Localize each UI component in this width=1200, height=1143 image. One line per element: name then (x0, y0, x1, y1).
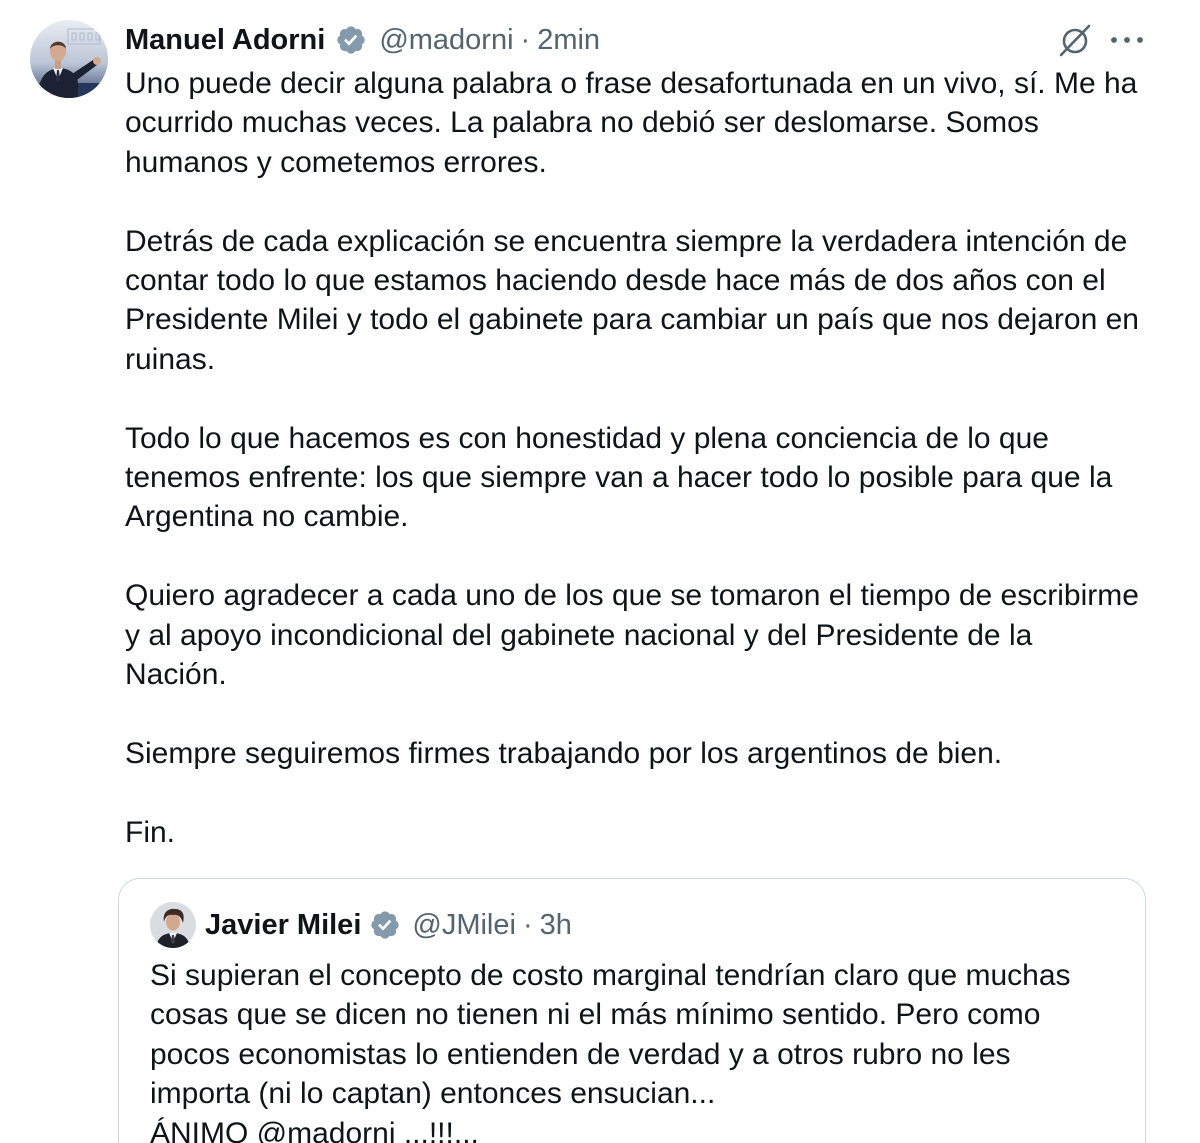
more-icon-dot (1137, 37, 1143, 43)
verified-badge-shape (337, 26, 365, 54)
avatar-head (166, 913, 180, 931)
post-text-line: Argentina no cambie. (125, 500, 409, 534)
post-text-line: ruinas. (125, 342, 216, 376)
post-text: Uno puede decir alguna palabra o frase d… (125, 64, 1175, 852)
post-text-line: humanos y cometemos errores. (125, 145, 547, 179)
quoted-text-line: Si supieran el concepto de costo margina… (150, 959, 1071, 992)
quoted-text-line: pocos economistas lo entienden de verdad… (150, 1037, 1011, 1071)
post-text-line: Siempre seguiremos firmes trabajando por… (125, 736, 1003, 770)
quoted-post-header: Javier Milei @JMilei · 3h (205, 905, 572, 945)
author-handle[interactable]: @madorni (379, 24, 513, 57)
verified-badge-icon[interactable] (335, 24, 367, 56)
author-name[interactable]: Manuel Adorni (125, 24, 325, 57)
more-button[interactable] (1106, 19, 1148, 61)
post-paragraph: Todo lo que hacemos es con honestidad y … (125, 419, 1175, 537)
grok-icon (1059, 24, 1091, 57)
post-text-line: Quiero agradecer a cada uno de los que s… (125, 579, 1139, 613)
quoted-author-avatar-photo (150, 902, 196, 948)
author-avatar[interactable] (30, 20, 108, 98)
author-avatar-photo (30, 20, 108, 98)
post-text-line: Nación. (125, 658, 227, 692)
quoted-post-text: Si supieran el concepto de costo margina… (150, 956, 1130, 1143)
post-paragraph: Siempre seguiremos firmes trabajando por… (125, 734, 1175, 773)
quoted-text-line: cosas que se dicen no tienen ni el más m… (150, 998, 1041, 1032)
post-paragraph: Fin. (125, 813, 1175, 852)
verified-badge-icon (369, 909, 401, 941)
quoted-post-timestamp: 3h (539, 908, 572, 941)
quoted-text-line: importa (ni lo captan) entonces ensucian… (150, 1077, 716, 1111)
post-text-line: Fin. (125, 815, 176, 849)
more-icon-dot (1124, 37, 1130, 43)
post-paragraph: Quiero agradecer a cada uno de los que s… (125, 576, 1175, 694)
verified-badge-shape (371, 911, 400, 939)
verified-badge-svg (371, 911, 400, 939)
post-text-line: contar todo lo que estamos haciendo desd… (125, 264, 1106, 298)
separator-dot: · (520, 23, 531, 56)
quoted-author-handle: @JMilei (412, 908, 516, 941)
grok-button[interactable] (1054, 19, 1096, 61)
post-text-line: Uno puede decir alguna palabra o frase d… (125, 67, 1138, 100)
post-text-line: Todo lo que hacemos es con honestidad y … (125, 421, 1049, 455)
post-text-line: ocurrido muchas veces. La palabra no deb… (125, 106, 1039, 140)
more-icon-dot (1111, 37, 1117, 43)
quoted-author-name: Javier Milei (205, 908, 362, 941)
post-timestamp[interactable]: 2min (537, 24, 600, 57)
quoted-post[interactable]: Javier Milei @JMilei · 3h Si supieran el… (118, 878, 1146, 1143)
quoted-author-avatar (150, 902, 196, 948)
post-paragraph: Uno puede decir alguna palabra o frase d… (125, 64, 1175, 182)
avatar-hand (93, 57, 101, 65)
post-text-line: y al apoyo incondicional del gabinete na… (125, 618, 1033, 652)
separator-dot: · (522, 908, 533, 941)
post-text-line: Detrás de cada explicación se encuentra … (125, 224, 1128, 258)
quoted-text-line: ÁNIMO @madorni ...!!!... (150, 1116, 479, 1143)
post-text-line: tenemos enfrente: los que siempre van a … (125, 461, 1113, 495)
post-text-line: Presidente Milei y todo el gabinete para… (125, 303, 1139, 337)
post-header: Manuel Adorni @madorni · 2min (125, 20, 600, 60)
more-icon (1111, 37, 1143, 43)
verified-badge-svg (337, 26, 365, 54)
post-paragraph: Detrás de cada explicación se encuentra … (125, 222, 1175, 380)
